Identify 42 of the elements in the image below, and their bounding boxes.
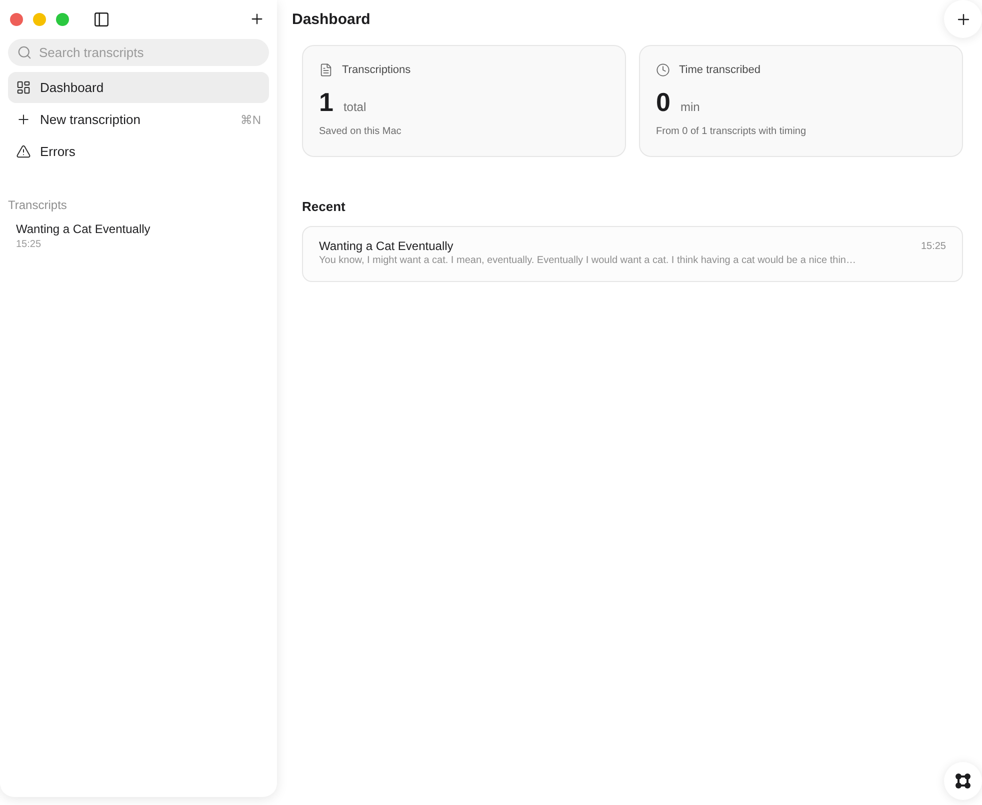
add-button[interactable] <box>249 11 265 27</box>
window-control-icon[interactable] <box>56 12 69 26</box>
sidebar-nav-item[interactable]: Errors <box>8 136 269 167</box>
dashboard-icon <box>16 80 31 95</box>
stat-label: Transcriptions <box>342 64 411 76</box>
window-control-icon[interactable] <box>33 12 46 26</box>
recent-transcript-card[interactable]: Wanting a Cat Eventually 15:25 You know, I might want a cat. I mean, eventually. Eventually I would want a cat. I think having a cat would be a nice thin… <box>302 226 963 282</box>
stat-label: Time transcribed <box>679 64 761 76</box>
transcript-title: Wanting a Cat Eventually <box>16 222 152 236</box>
nav-label: Errors <box>40 144 76 159</box>
search-field[interactable]: Search transcripts <box>8 39 269 66</box>
plus-icon <box>16 112 31 127</box>
window-control-icon[interactable] <box>10 12 23 26</box>
recent-preview: You know, I might want a cat. I mean, eventually. Eventually I would want a cat. I think having a cat would be a nice thin… <box>319 255 857 266</box>
plus-icon <box>249 11 265 27</box>
warning-icon <box>16 144 31 159</box>
section-title: Transcripts <box>8 198 68 212</box>
transcript-time: 15:25 <box>16 239 42 250</box>
stat-unit: min <box>680 100 700 114</box>
section-heading: Recent <box>302 199 346 214</box>
page-title: Dashboard <box>292 10 370 28</box>
clock-icon <box>656 63 670 77</box>
sidebar-nav-item[interactable]: Dashboard <box>8 72 269 103</box>
stat-note: From 0 of 1 transcripts with timing <box>656 126 808 137</box>
document-icon <box>319 63 333 77</box>
search-icon <box>17 45 32 60</box>
stat-value: 1 <box>319 87 334 118</box>
sidebar-nav-item[interactable]: New transcription ⌘N <box>8 104 269 135</box>
nav-label: New transcription <box>40 112 142 127</box>
stat-value: 0 <box>656 87 670 118</box>
nodes-button[interactable] <box>944 762 982 800</box>
recent-time: 15:25 <box>920 240 946 252</box>
stat-note: Saved on this Mac <box>319 126 402 137</box>
recent-title: Wanting a Cat Eventually <box>319 239 454 253</box>
shortcut-hint: ⌘N <box>240 112 261 126</box>
new-transcription-button[interactable] <box>944 0 982 38</box>
transcript-item[interactable]: Wanting a Cat Eventually 15:25 <box>8 216 269 256</box>
stat-unit: total <box>343 100 366 114</box>
panel-icon <box>93 10 110 28</box>
connected-dots-icon <box>955 773 971 789</box>
sidebar-toggle-button[interactable] <box>93 10 110 28</box>
nav-label: Dashboard <box>40 80 105 95</box>
